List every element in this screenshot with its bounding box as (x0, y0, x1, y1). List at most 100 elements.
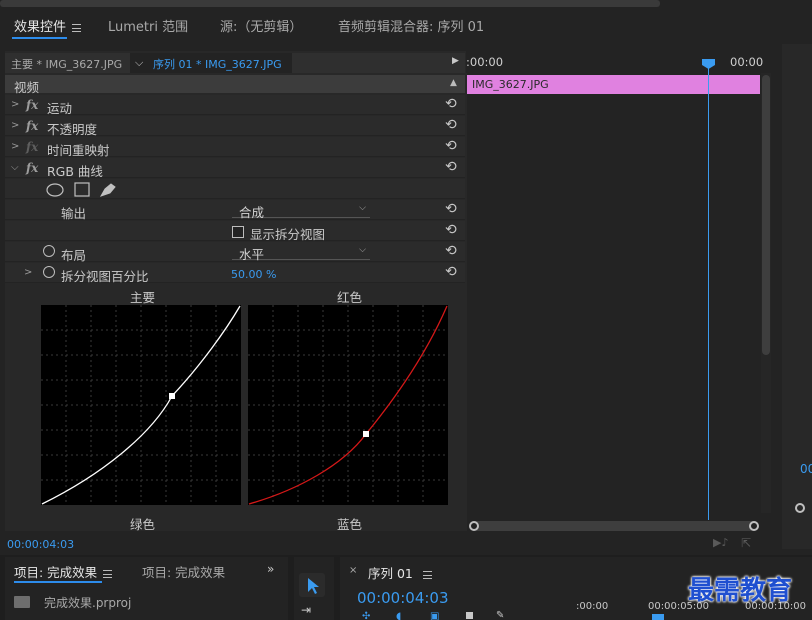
mask-tools (46, 182, 116, 197)
reset-icon[interactable]: ⟲ (445, 117, 457, 133)
pen-mask-icon[interactable] (99, 183, 116, 197)
add-marker-icon[interactable]: ▣ (430, 611, 439, 620)
project-file-name[interactable]: 完成效果.prproj (44, 594, 131, 611)
chevron-down-icon: ⌵ (359, 245, 366, 255)
chevron-right-icon[interactable]: > (11, 141, 19, 152)
reset-icon[interactable]: ⟲ (445, 96, 457, 112)
curve-control-point[interactable] (363, 431, 369, 437)
chevron-right-icon[interactable]: > (11, 120, 19, 131)
fx-toggle-icon[interactable]: fx (26, 119, 38, 133)
tab-lumetri-scopes[interactable]: Lumetri 范围 (108, 16, 188, 35)
reset-icon[interactable]: ⟲ (445, 264, 457, 280)
timeline-clip-name: IMG_3627.JPG (472, 78, 549, 91)
reset-icon[interactable]: ⟲ (445, 138, 457, 154)
layout-dropdown[interactable]: 水平 ⌵ (232, 244, 370, 262)
sequence-timecode[interactable]: 00:00:04:03 (357, 589, 449, 607)
wrench-icon[interactable]: ✎ (496, 610, 504, 620)
selection-tool-button[interactable] (299, 573, 325, 597)
stopwatch-icon[interactable] (43, 266, 55, 278)
tab-project-active[interactable]: 项目: 完成效果 (14, 562, 113, 581)
fx-toggle-icon[interactable]: fx (26, 98, 38, 112)
program-timecode[interactable]: 00 (800, 462, 812, 476)
arrow-cursor-icon (308, 578, 319, 594)
tab-project-2[interactable]: 项目: 完成效果 (142, 562, 225, 581)
chevron-down-icon: ⌵ (359, 203, 366, 213)
stopwatch-icon[interactable] (43, 245, 55, 257)
tab-sequence[interactable]: 序列 01 (368, 563, 432, 582)
sequence-tab-label: 序列 01 (368, 566, 413, 581)
current-timecode[interactable]: 00:00:04:03 (7, 538, 74, 551)
sequence-playhead-handle[interactable] (652, 614, 664, 620)
chevron-down-icon[interactable]: ⌵ (135, 56, 143, 70)
fx-toggle-icon: fx (26, 140, 39, 154)
layout-label: 布局 (61, 248, 87, 263)
rectangle-mask-icon[interactable] (74, 182, 90, 197)
layout-value: 水平 (239, 247, 265, 262)
video-section-label: 视频 (14, 80, 40, 95)
reset-icon[interactable]: ⟲ (445, 159, 457, 175)
ellipse-mask-icon[interactable] (46, 183, 64, 197)
tab-effect-controls[interactable]: 效果控件 (14, 16, 82, 35)
watermark-logo: 最需教育 (688, 576, 793, 606)
vertical-scrollbar[interactable] (762, 75, 770, 355)
zoom-handle-right[interactable] (749, 521, 759, 531)
tab-effect-controls-label: 效果控件 (14, 20, 67, 35)
reset-icon[interactable]: ⟲ (445, 243, 457, 259)
horizontal-zoom-scrollbar[interactable] (472, 521, 758, 531)
curve-title-green: 绿色 (130, 517, 156, 532)
panel-menu-icon[interactable] (72, 23, 82, 32)
zoom-handle-left[interactable] (469, 521, 479, 531)
tab-source[interactable]: 源:（无剪辑） (220, 16, 302, 35)
reset-icon[interactable]: ⟲ (445, 201, 457, 217)
split-percent-label: 拆分视图百分比 (61, 269, 149, 284)
video-section-header (5, 75, 465, 93)
output-dropdown[interactable]: 合成 ⌵ (232, 202, 370, 220)
chevron-down-icon[interactable]: ⌵ (11, 162, 19, 173)
close-icon[interactable]: × (349, 565, 357, 576)
effect-row-motion[interactable] (5, 95, 465, 115)
curve-control-point[interactable] (169, 393, 175, 399)
program-zoom-handle[interactable] (795, 503, 805, 513)
panel-menu-icon[interactable] (103, 569, 113, 578)
chevron-right-icon[interactable]: > (11, 99, 19, 110)
audio-note-icon: ▶♪ (713, 536, 729, 549)
fx-toggle-icon[interactable]: fx (26, 161, 38, 175)
ruler-start-time: :00:00 (466, 55, 504, 69)
timeline-display-icon[interactable] (466, 612, 473, 619)
split-percent-value[interactable]: 50.00 % (231, 268, 276, 281)
effect-rgb-curves-label: RGB 曲线 (47, 164, 103, 179)
timeline-ruler[interactable] (466, 51, 762, 73)
playhead-line (708, 66, 709, 520)
sequence-ruler-tick-0: :00:00 (576, 601, 609, 612)
curve-title-red: 红色 (337, 290, 363, 305)
tab-audio-clip-mixer[interactable]: 音频剪辑混合器: 序列 01 (338, 16, 484, 35)
more-panels-icon[interactable]: » (267, 562, 274, 576)
reset-icon[interactable]: ⟲ (445, 222, 457, 238)
sequence-clip-tab[interactable]: 序列 01 * IMG_3627.JPG (153, 56, 282, 72)
split-view-checkbox[interactable] (232, 226, 244, 238)
red-curve-editor[interactable] (248, 305, 448, 505)
timeline-clip[interactable]: IMG_3627.JPG (467, 75, 760, 94)
master-curve-editor[interactable] (41, 305, 241, 505)
folder-icon (14, 596, 30, 608)
active-tab-indicator (12, 37, 67, 39)
linked-selection-icon[interactable]: ◖ (396, 611, 401, 620)
output-value: 合成 (239, 205, 265, 220)
panel-menu-icon[interactable] (422, 570, 432, 579)
collapse-up-icon[interactable]: ▲ (450, 78, 457, 88)
snap-icon[interactable]: ✣ (362, 611, 370, 620)
output-label: 输出 (61, 206, 87, 221)
project-tab-label: 项目: 完成效果 (14, 565, 98, 580)
track-select-tool-icon[interactable]: ⇥ (301, 603, 311, 617)
effect-motion-label: 运动 (47, 101, 73, 116)
chevron-right-icon[interactable]: > (24, 267, 32, 278)
export-icon: ⇱ (741, 536, 752, 550)
effect-opacity-label: 不透明度 (47, 122, 98, 137)
ruler-end-time: 00:00 (730, 55, 764, 69)
curve-title-blue: 蓝色 (337, 517, 363, 532)
play-only-clip-icon[interactable]: ▶ (452, 56, 459, 66)
split-view-label: 显示拆分视图 (250, 227, 326, 242)
active-tab-indicator (14, 581, 102, 583)
top-scrollbar[interactable] (0, 0, 660, 7)
master-clip-tab[interactable]: 主要 * IMG_3627.JPG (11, 56, 122, 72)
